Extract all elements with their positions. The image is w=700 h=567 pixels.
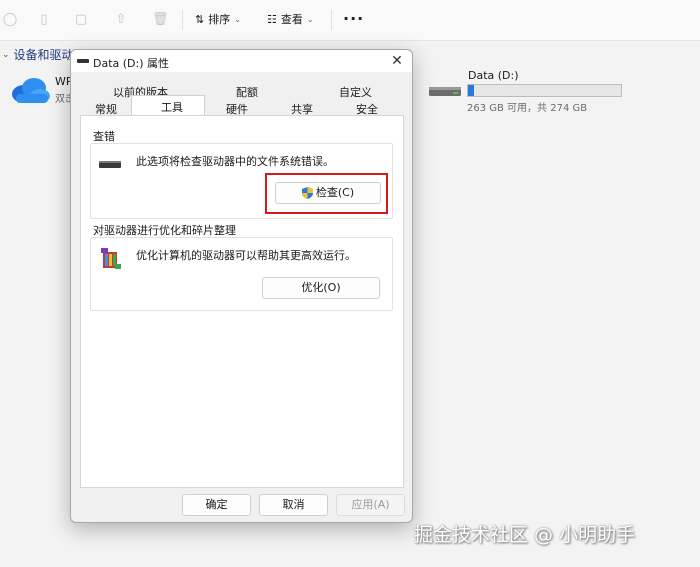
drive-title-icon <box>77 59 89 63</box>
optimize-button[interactable]: 优化(O) <box>262 277 380 299</box>
watermark-text: 掘金技术社区 @ 小明助手 <box>414 524 636 546</box>
copy-icon[interactable]: ◯ <box>2 12 18 28</box>
hard-drive-icon <box>99 161 121 168</box>
ok-button[interactable]: 确定 <box>182 494 251 516</box>
cancel-button-label: 取消 <box>282 498 305 511</box>
tab-tools[interactable]: 工具 <box>161 99 183 115</box>
toolbar-divider <box>182 10 183 30</box>
dialog-title: Data (D:) 属性 <box>93 57 170 70</box>
more-options-button[interactable]: ··· <box>343 9 364 28</box>
error-check-group-label: 查错 <box>93 130 115 143</box>
onedrive-cloud-icon[interactable] <box>10 76 50 104</box>
drive-properties-dialog: Data (D:) 属性 ✕ 以前的版本 配额 自定义 常规 工具 硬件 共享 … <box>70 49 413 523</box>
chevron-down-icon: ⌄ <box>306 15 314 24</box>
ok-button-label: 确定 <box>205 498 228 511</box>
sort-icon: ⇅ <box>195 13 205 26</box>
optimize-group-label: 对驱动器进行优化和碎片整理 <box>93 224 236 237</box>
tab-customize[interactable]: 自定义 <box>339 84 372 100</box>
drive-usage-bar <box>467 84 622 97</box>
rename-icon[interactable]: ▢ <box>73 12 89 28</box>
chevron-down-icon: ⌄ <box>2 49 10 60</box>
view-icon: ☷ <box>267 13 277 26</box>
close-icon[interactable]: ✕ <box>388 52 406 70</box>
view-button[interactable]: ☷ 查看 ⌄ <box>267 11 314 29</box>
apply-button[interactable]: 应用(A) <box>336 494 405 516</box>
drive-usage-fill <box>468 85 475 96</box>
sort-label: 排序 <box>208 13 231 26</box>
cancel-button[interactable]: 取消 <box>259 494 328 516</box>
optimize-button-label: 优化(O) <box>301 281 341 294</box>
tab-quota[interactable]: 配额 <box>236 84 258 100</box>
delete-icon[interactable]: 🗑 <box>152 12 169 28</box>
optimize-description: 优化计算机的驱动器可以帮助其更高效运行。 <box>136 249 356 262</box>
drive-free-space: 263 GB 可用，共 274 GB <box>467 103 588 114</box>
defragment-icon <box>101 248 121 269</box>
error-check-description: 此选项将检查驱动器中的文件系统错误。 <box>136 155 334 168</box>
view-label: 查看 <box>280 13 303 26</box>
chevron-down-icon: ⌄ <box>234 15 241 24</box>
paste-icon[interactable]: ▯ <box>36 12 52 28</box>
share-icon[interactable]: ⇧ <box>113 12 129 28</box>
toolbar-divider <box>331 10 332 30</box>
dialog-titlebar[interactable]: Data (D:) 属性 ✕ <box>71 50 412 72</box>
hard-drive-icon[interactable] <box>428 84 462 98</box>
sort-button[interactable]: ⇅ 排序 ⌄ <box>195 11 241 29</box>
explorer-toolbar: ◯ ▯ ▢ ⇧ 🗑 ⇅ 排序 ⌄ ☷ 查看 ⌄ ··· <box>0 0 700 41</box>
drive-name[interactable]: Data (D:) <box>468 69 519 82</box>
apply-button-label: 应用(A) <box>351 498 390 511</box>
highlight-box <box>265 173 388 214</box>
